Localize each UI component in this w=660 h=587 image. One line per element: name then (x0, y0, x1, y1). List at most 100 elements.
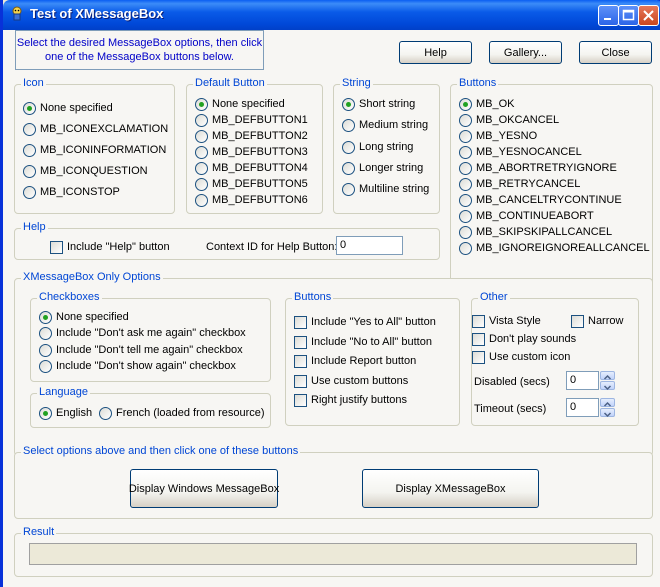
language-option-french[interactable]: French (loaded from resource) (99, 405, 265, 421)
radio-button[interactable] (39, 343, 52, 357)
checkboxes-option-0[interactable]: None specified (39, 309, 129, 325)
checkbox[interactable] (472, 350, 485, 364)
narrow-checkbox[interactable]: Narrow (571, 313, 623, 329)
spin-down-button[interactable] (600, 381, 615, 391)
radio-button[interactable] (459, 225, 472, 239)
help-button[interactable]: Help (399, 41, 472, 64)
buttons-option-6[interactable]: MB_CANCELTRYCONTINUE (459, 192, 622, 208)
radio-button[interactable] (195, 97, 208, 111)
timeout-secs-input[interactable]: 0 (566, 398, 599, 417)
buttons-option-1[interactable]: MB_OKCANCEL (459, 112, 559, 128)
radio-button[interactable] (195, 193, 208, 207)
radio-button[interactable] (459, 241, 472, 255)
yes-to-all-checkbox[interactable]: Include "Yes to All" button (294, 314, 436, 330)
defbutton-option-6[interactable]: MB_DEFBUTTON6 (195, 192, 308, 208)
radio-button[interactable] (23, 101, 36, 115)
buttons-option-7[interactable]: MB_CONTINUEABORT (459, 208, 594, 224)
checkbox[interactable] (472, 332, 485, 346)
buttons-option-5[interactable]: MB_RETRYCANCEL (459, 176, 580, 192)
string-option-3[interactable]: Longer string (342, 160, 423, 176)
defbutton-option-4[interactable]: MB_DEFBUTTON4 (195, 160, 308, 176)
buttons-option-4[interactable]: MB_ABORTRETRYIGNORE (459, 160, 617, 176)
defbutton-option-5[interactable]: MB_DEFBUTTON5 (195, 176, 308, 192)
radio-button[interactable] (23, 164, 36, 178)
string-option-2[interactable]: Long string (342, 139, 413, 155)
icon-option-4[interactable]: MB_ICONSTOP (23, 184, 120, 200)
icon-option-0[interactable]: None specified (23, 100, 113, 116)
checkbox[interactable] (294, 315, 307, 329)
timeout-secs-spinner[interactable] (600, 398, 616, 418)
checkboxes-option-2[interactable]: Include "Don't tell me again" checkbox (39, 342, 243, 358)
custom-icon-checkbox[interactable]: Use custom icon (472, 349, 570, 365)
display-xmessagebox-button[interactable]: Display XMessageBox (362, 469, 539, 508)
checkbox[interactable] (571, 314, 584, 328)
buttons-option-2[interactable]: MB_YESNO (459, 128, 537, 144)
checkbox[interactable] (294, 335, 307, 349)
no-to-all-checkbox[interactable]: Include "No to All" button (294, 334, 432, 350)
radio-button[interactable] (195, 145, 208, 159)
radio-button[interactable] (459, 177, 472, 191)
context-id-input[interactable]: 0 (336, 236, 403, 255)
defbutton-option-2[interactable]: MB_DEFBUTTON2 (195, 128, 308, 144)
icon-option-1[interactable]: MB_ICONEXCLAMATION (23, 121, 168, 137)
radio-button[interactable] (342, 140, 355, 154)
defbutton-option-0[interactable]: None specified (195, 96, 285, 112)
checkbox[interactable] (294, 354, 307, 368)
radio-button[interactable] (39, 310, 52, 324)
title-bar[interactable]: Test of XMessageBox (3, 0, 660, 30)
buttons-option-9[interactable]: MB_IGNOREIGNOREALLCANCEL (459, 240, 650, 256)
radio-button[interactable] (459, 113, 472, 127)
radio-button[interactable] (459, 161, 472, 175)
defbutton-option-1[interactable]: MB_DEFBUTTON1 (195, 112, 308, 128)
checkbox[interactable] (472, 314, 485, 328)
include-help-checkbox[interactable]: Include "Help" button (50, 239, 170, 255)
minimize-button[interactable] (598, 5, 619, 26)
radio-button[interactable] (23, 185, 36, 199)
display-windows-messagebox-button[interactable]: Display Windows MessageBox (129, 469, 279, 508)
radio-button[interactable] (195, 177, 208, 191)
radio-button[interactable] (459, 209, 472, 223)
radio-button[interactable] (23, 122, 36, 136)
checkboxes-option-3[interactable]: Include "Don't show again" checkbox (39, 358, 236, 374)
right-justify-checkbox[interactable]: Right justify buttons (294, 392, 407, 408)
language-option-english[interactable]: English (39, 405, 92, 421)
close-button[interactable]: Close (579, 41, 652, 64)
radio-button[interactable] (342, 97, 355, 111)
icon-option-2[interactable]: MB_ICONINFORMATION (23, 142, 166, 158)
radio-button[interactable] (39, 326, 52, 340)
radio-button[interactable] (39, 406, 52, 420)
radio-button[interactable] (459, 145, 472, 159)
radio-button[interactable] (459, 97, 472, 111)
custom-buttons-checkbox[interactable]: Use custom buttons (294, 373, 408, 389)
gallery-button[interactable]: Gallery... (489, 41, 562, 64)
defbutton-option-3[interactable]: MB_DEFBUTTON3 (195, 144, 308, 160)
radio-button[interactable] (39, 359, 52, 373)
buttons-option-3[interactable]: MB_YESNOCANCEL (459, 144, 582, 160)
spin-down-button[interactable] (600, 408, 615, 418)
checkboxes-option-1[interactable]: Include "Don't ask me again" checkbox (39, 325, 246, 341)
dont-play-sounds-checkbox[interactable]: Don't play sounds (472, 331, 576, 347)
buttons-option-0[interactable]: MB_OK (459, 96, 515, 112)
disabled-secs-spinner[interactable] (600, 371, 616, 391)
checkbox[interactable] (294, 393, 307, 407)
disabled-secs-input[interactable]: 0 (566, 371, 599, 390)
report-button-checkbox[interactable]: Include Report button (294, 353, 416, 369)
close-window-button[interactable] (638, 5, 659, 26)
buttons-option-8[interactable]: MB_SKIPSKIPALLCANCEL (459, 224, 612, 240)
string-option-0[interactable]: Short string (342, 96, 415, 112)
checkbox[interactable] (294, 374, 307, 388)
checkbox[interactable] (50, 240, 63, 254)
spin-up-button[interactable] (600, 371, 615, 380)
radio-button[interactable] (459, 129, 472, 143)
string-option-1[interactable]: Medium string (342, 117, 428, 133)
radio-button[interactable] (195, 129, 208, 143)
maximize-button[interactable] (618, 5, 639, 26)
radio-button[interactable] (459, 193, 472, 207)
icon-option-3[interactable]: MB_ICONQUESTION (23, 163, 148, 179)
radio-button[interactable] (342, 182, 355, 196)
spin-up-button[interactable] (600, 398, 615, 407)
radio-button[interactable] (342, 118, 355, 132)
radio-button[interactable] (342, 161, 355, 175)
radio-button[interactable] (23, 143, 36, 157)
string-option-4[interactable]: Multiline string (342, 181, 429, 197)
